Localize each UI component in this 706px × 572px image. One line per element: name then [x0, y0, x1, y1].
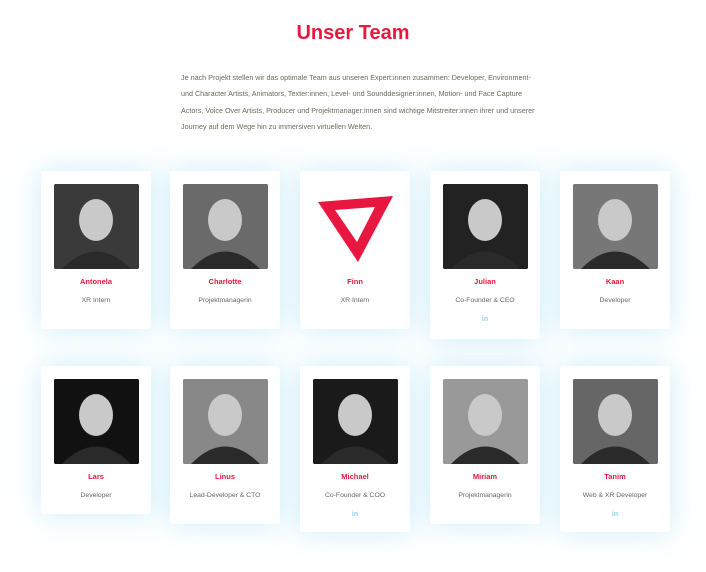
member-name: Linus — [215, 472, 235, 481]
member-role: Developer — [80, 492, 112, 499]
member-name: Finn — [347, 277, 363, 286]
team-card: Kaan Developer — [560, 171, 670, 329]
team-card: Lars Developer — [41, 366, 151, 514]
member-name: Tanim — [604, 472, 626, 481]
member-photo — [53, 184, 139, 269]
member-photo — [572, 379, 658, 464]
team-card: Tanim Web & XR Developer in — [560, 366, 670, 532]
member-name: Antonela — [79, 277, 113, 286]
member-role: Projektmanagerin — [458, 492, 512, 499]
member-role: Developer — [599, 297, 631, 304]
team-card: Antonela XR Intern — [41, 171, 151, 329]
member-name: Julian — [474, 277, 496, 286]
member-role: XR Intern — [81, 297, 111, 304]
team-card: Charlotte Projektmanagerin — [170, 171, 280, 329]
member-photo — [182, 184, 268, 269]
member-role: Web & XR Developer — [582, 492, 648, 499]
member-photo — [572, 184, 658, 269]
linkedin-icon[interactable]: in — [560, 511, 670, 518]
team-card: Julian Co-Founder & CEO in — [430, 171, 540, 339]
member-photo — [312, 184, 398, 269]
member-name: Lars — [88, 472, 104, 481]
page-title: Unser Team — [296, 22, 410, 44]
member-role: Lead-Developer & CTO — [189, 492, 261, 499]
linkedin-icon[interactable]: in — [430, 316, 540, 323]
member-name: Charlotte — [208, 277, 242, 286]
member-role: XR Intern — [340, 297, 370, 304]
member-name: Kaan — [605, 277, 625, 286]
member-photo — [182, 379, 268, 464]
member-name: Michael — [341, 472, 369, 481]
team-card: Linus Lead-Developer & CTO — [170, 366, 280, 524]
member-name: Miriam — [472, 472, 498, 481]
team-card: Miriam Projektmanagerin — [430, 366, 540, 524]
member-role: Co-Founder & COO — [324, 492, 386, 499]
member-role: Co-Founder & CEO — [455, 297, 515, 304]
member-photo — [442, 379, 528, 464]
member-photo — [442, 184, 528, 269]
team-card: Finn XR Intern — [300, 171, 410, 329]
member-photo — [312, 379, 398, 464]
member-role: Projektmanagerin — [198, 297, 252, 304]
linkedin-icon[interactable]: in — [300, 511, 410, 518]
intro-text: Je nach Projekt stellen wir das optimale… — [181, 73, 535, 132]
team-card: Michael Co-Founder & COO in — [300, 366, 410, 532]
member-photo — [53, 379, 139, 464]
